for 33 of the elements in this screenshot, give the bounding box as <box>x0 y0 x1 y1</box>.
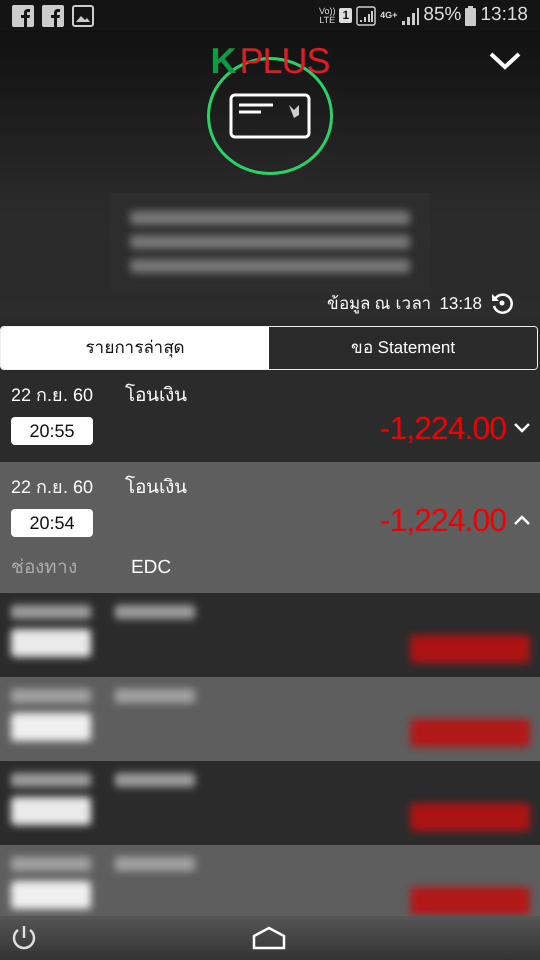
chevron-up-icon[interactable] <box>514 515 530 525</box>
battery-level: 85% <box>423 3 462 28</box>
detail-value: EDC <box>131 556 172 580</box>
clock: 13:18 <box>480 3 528 28</box>
image-icon <box>72 4 94 26</box>
battery-icon <box>465 6 476 26</box>
logo-letter: K <box>210 40 236 81</box>
transaction-date: 22 ก.ย. 60 <box>11 384 94 407</box>
detail-label: ช่องทาง <box>11 556 78 580</box>
updated-time: 13:18 <box>439 292 482 314</box>
home-icon[interactable] <box>252 926 286 950</box>
transaction-amount: -1,224.00 <box>380 501 506 540</box>
facebook-icon <box>42 4 64 26</box>
tab[interactable]: รายการล่าสุด <box>1 327 269 369</box>
updated-label: ข้อมูล ณ เวลา <box>327 292 432 316</box>
signal-icon <box>401 6 420 26</box>
transaction-title: โอนเงิน <box>125 474 187 500</box>
transaction-row[interactable]: 22 ก.ย. 60 20:54 โอนเงิน -1,224.00 ช่องทาง EDC <box>0 462 540 592</box>
transaction-title: โอนเงิน <box>125 382 187 408</box>
signal-icon <box>356 6 376 26</box>
transaction-time: 20:55 <box>11 417 93 445</box>
card-icon <box>229 92 311 139</box>
power-icon[interactable] <box>10 924 38 952</box>
volte-indicator: Vo)) LTE <box>318 6 336 24</box>
facebook-icon <box>12 4 34 26</box>
refresh-icon[interactable] <box>490 291 514 316</box>
transaction-amount: -1,224.00 <box>380 409 506 448</box>
transaction-date: 22 ก.ย. 60 <box>11 476 94 499</box>
network-type: 4G+ <box>380 8 398 22</box>
chevron-down-icon[interactable] <box>514 423 530 433</box>
transaction-time: 20:54 <box>11 509 93 537</box>
chevron-down-icon[interactable] <box>488 51 522 71</box>
sim-indicator: 1 <box>339 8 352 23</box>
